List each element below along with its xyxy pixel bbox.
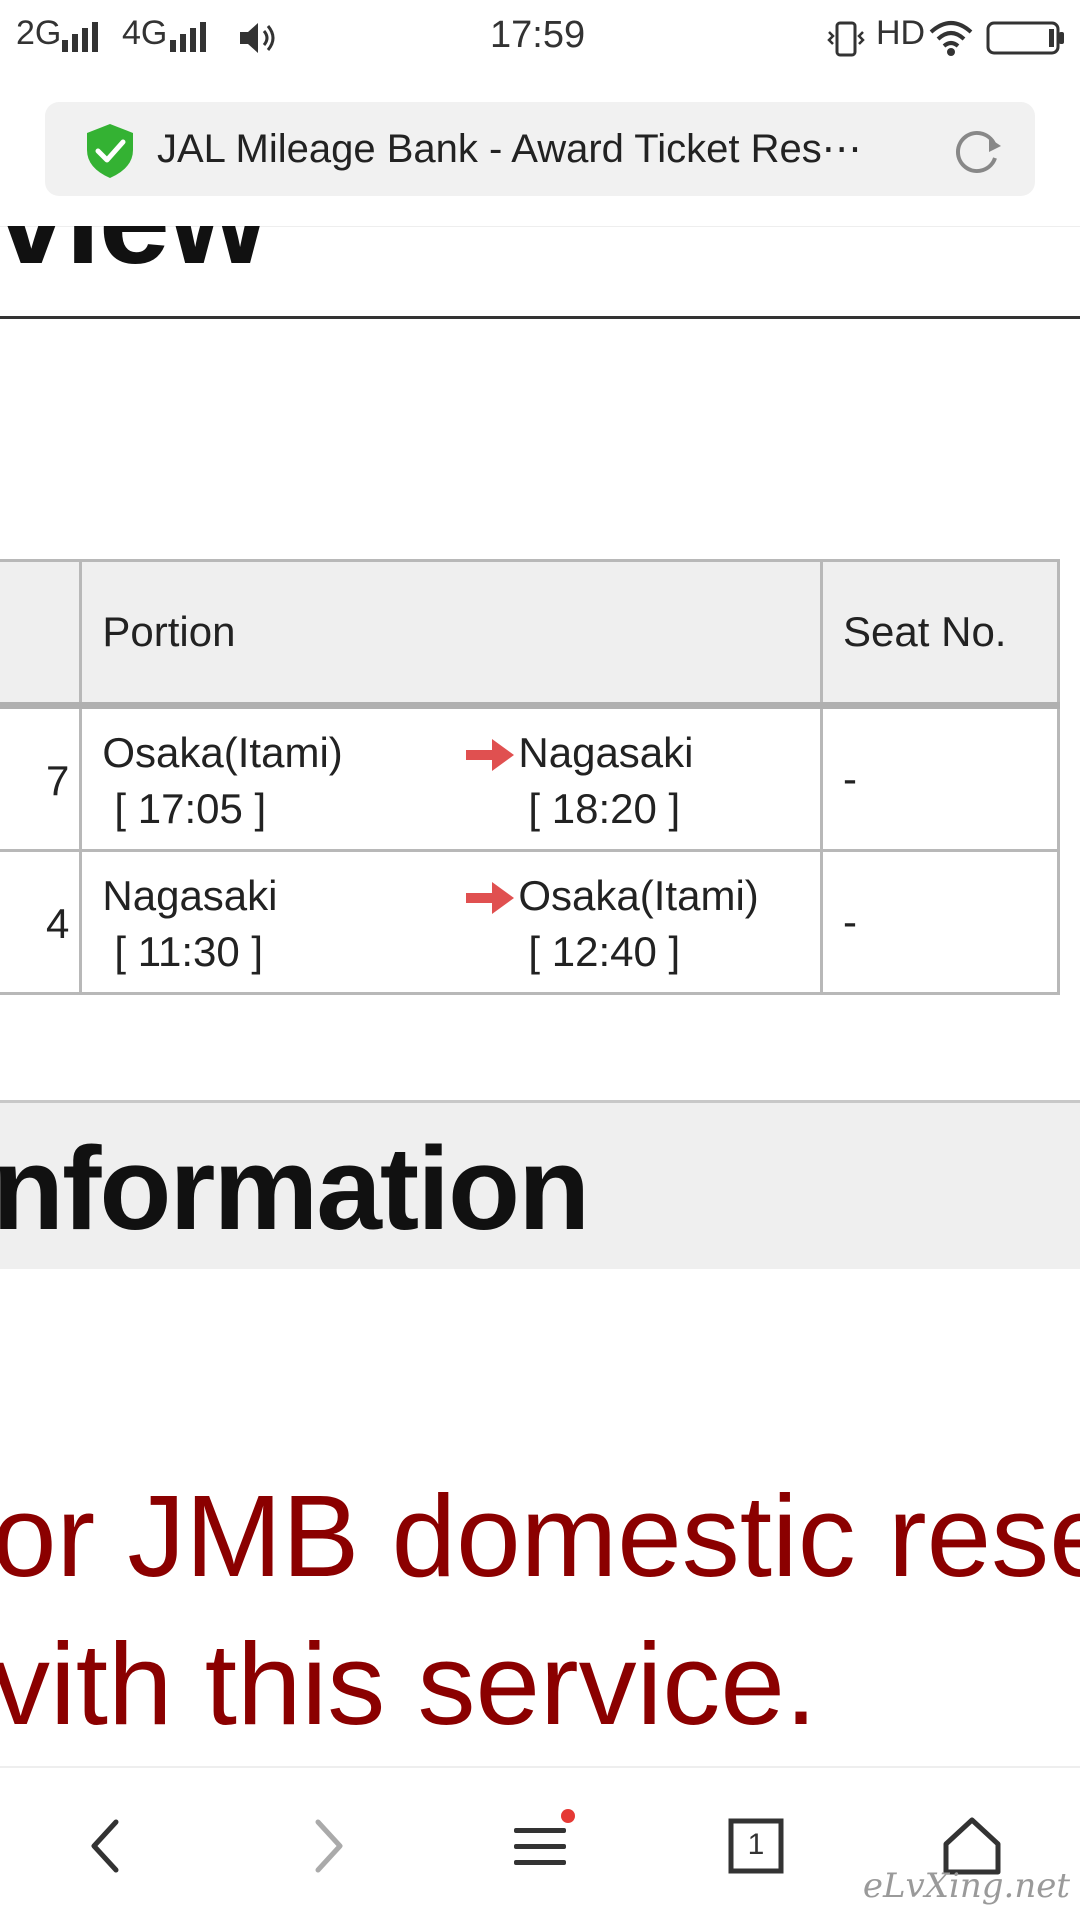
itinerary-table: Portion Seat No. 7 Osaka(Itami) [ 17:05 … [0,559,1060,995]
reload-icon[interactable] [949,124,1005,180]
arrow-right-icon [466,739,515,771]
menu-icon[interactable] [500,1806,580,1886]
portion-cell: Osaka(Itami) [ 17:05 ] Nagasaki [ 18:20 … [79,704,824,852]
arrival-time: [ 12:40 ] [528,928,681,975]
signal-4g-label: 4G [122,14,168,52]
forward-icon[interactable] [286,1806,366,1886]
clock: 17:59 [490,14,586,56]
seat-header: Seat No. [820,559,1060,709]
browser-address-area: JAL Mileage Bank - Award Ticket Res⋯ [0,80,1080,227]
flight-number-cell: 4 [0,849,83,995]
flight-number: 4 [46,900,70,947]
departure-airport: Osaka(Itami) [102,729,343,776]
vibrate-icon [827,21,865,57]
wifi-icon [929,21,973,56]
browser-bottom-nav: 1 eLvXing.net [0,1766,1080,1922]
heading-divider [0,316,1080,319]
tab-count: 1 [747,1828,765,1861]
departure-time: [ 17:05 ] [114,785,267,832]
information-heading: nformation [0,1123,590,1255]
overview-heading: view [0,226,267,293]
hd-label: HD [876,14,926,52]
flight-number: 7 [46,757,70,804]
notice-line-1: or JMB domestic rese [0,1471,1080,1601]
security-shield-icon [87,124,133,178]
notice-text: or JMB domestic rese vith this service. [0,1462,1080,1758]
table-row: 4 Nagasaki [ 11:30 ] Osaka(Itami) [ 12:4… [0,849,1060,995]
status-bar: 2G 4G 17:59 HD [0,0,1080,80]
signal-bars-icon [170,22,210,52]
table-header-cell [0,559,83,709]
portion-cell: Nagasaki [ 11:30 ] Osaka(Itami) [ 12:40 … [79,849,824,995]
information-heading-band: nformation [0,1100,1080,1269]
watermark: eLvXing.net [862,1866,1070,1906]
page-title: JAL Mileage Bank - Award Ticket Res⋯ [157,127,862,171]
seat-cell: - [820,704,1060,852]
seat-cell: - [820,849,1060,995]
portion-header: Portion [79,559,824,709]
arrow-right-icon [466,882,515,914]
table-header-row: Portion Seat No. [0,559,1060,709]
arrival-airport: Nagasaki [518,729,694,776]
signal-bars-icon [62,22,102,52]
flight-number-cell: 7 [0,704,83,852]
departure-airport: Nagasaki [102,872,278,919]
signal-2g-label: 2G [16,14,62,52]
web-page-content: view Portion Seat No. 7 Osaka(Itami) [ 1… [0,226,1080,1766]
notice-line-2: vith this service. [0,1619,818,1749]
arrival-time: [ 18:20 ] [528,785,681,832]
departure-time: [ 11:30 ] [114,928,264,975]
table-row: 7 Osaka(Itami) [ 17:05 ] Nagasaki [ 18:2… [0,704,1060,852]
address-bar[interactable]: JAL Mileage Bank - Award Ticket Res⋯ [45,102,1035,196]
battery-icon [986,21,1064,55]
volume-icon [240,23,275,53]
arrival-airport: Osaka(Itami) [518,872,759,919]
back-icon[interactable] [68,1806,148,1886]
tabs-button[interactable]: 1 [716,1806,796,1886]
